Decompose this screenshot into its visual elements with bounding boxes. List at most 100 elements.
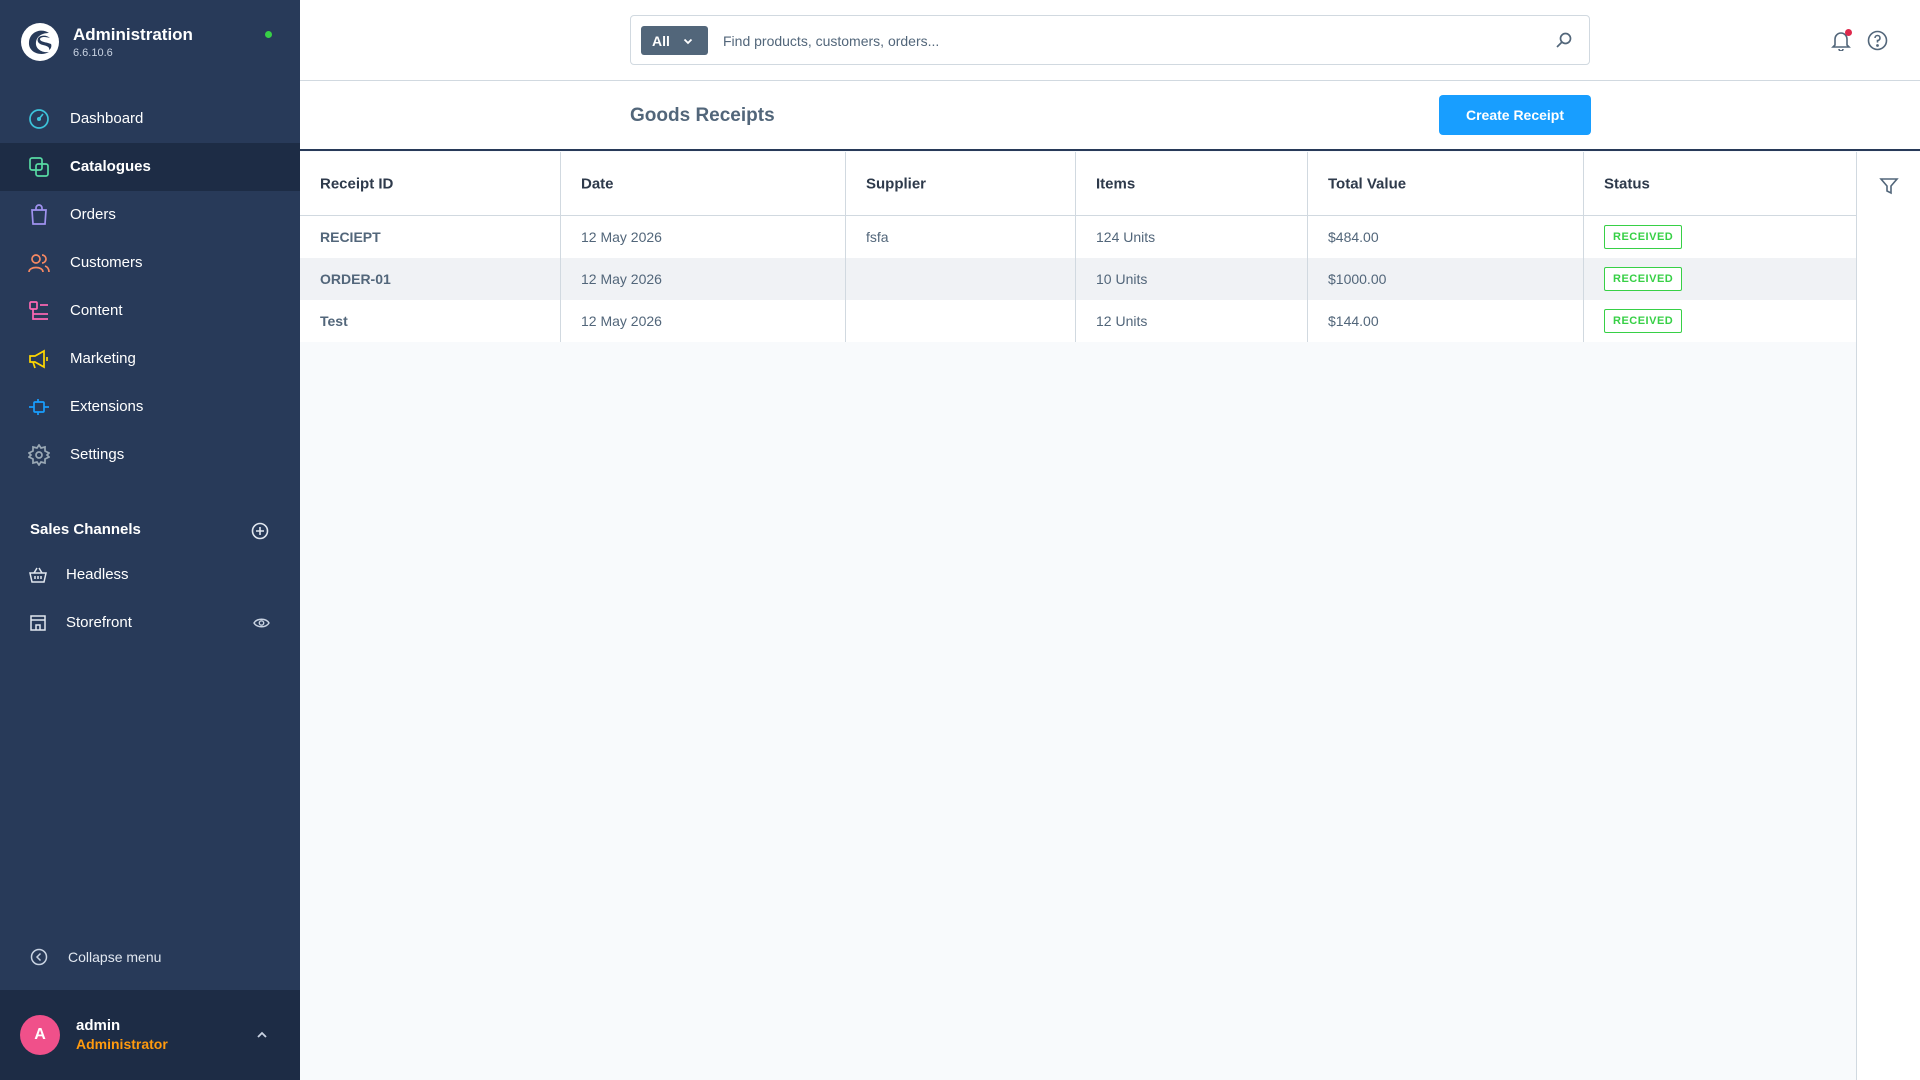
sales-channels-title: Sales Channels: [30, 521, 141, 538]
items-value: 12 Units: [1096, 313, 1148, 329]
table-row[interactable]: RECIEPT 12 May 2026 fsfa 124 Units $484.…: [300, 216, 1856, 258]
column-header-supplier[interactable]: Supplier: [846, 152, 1076, 215]
content-icon: [29, 301, 48, 320]
total-value: $144.00: [1328, 313, 1379, 329]
basket-icon: [29, 567, 47, 583]
table-row[interactable]: Test 12 May 2026 12 Units $144.00 RECEIV…: [300, 300, 1856, 342]
page-title: Goods Receipts: [630, 105, 775, 126]
cell-status: RECEIVED: [1584, 216, 1856, 258]
cell-receipt-id: Test: [300, 300, 561, 342]
sidebar-item-content[interactable]: Content: [0, 287, 300, 335]
sidebar-item-label: Marketing: [70, 350, 136, 367]
cell-total-value: $1000.00: [1308, 258, 1584, 300]
sidebar-item-label: Extensions: [70, 398, 144, 415]
app-title: Administration: [73, 25, 193, 44]
help-icon[interactable]: [1867, 30, 1888, 51]
sales-channel-label: Headless: [66, 566, 129, 583]
cell-date: 12 May 2026: [561, 216, 846, 258]
chevron-up-icon[interactable]: [255, 1028, 269, 1042]
cell-status: RECEIVED: [1584, 258, 1856, 300]
sidebar-item-orders[interactable]: Orders: [0, 191, 300, 239]
status-badge: RECEIVED: [1604, 309, 1683, 333]
column-header-receipt-id[interactable]: Receipt ID: [300, 152, 561, 215]
receipt-link[interactable]: RECIEPT: [320, 229, 381, 245]
cell-supplier: [846, 258, 1076, 300]
cell-items: 124 Units: [1076, 216, 1308, 258]
sidebar-item-settings[interactable]: Settings: [0, 431, 300, 479]
column-label: Receipt ID: [320, 175, 394, 192]
search-icon[interactable]: [1555, 31, 1573, 49]
column-label: Date: [581, 175, 614, 192]
page-header: Goods Receipts Create Receipt: [300, 81, 1920, 151]
cell-receipt-id: ORDER-01: [300, 258, 561, 300]
sidebar-item-label: Catalogues: [70, 158, 151, 175]
sidebar-item-catalogues[interactable]: Catalogues: [0, 143, 300, 191]
column-header-status[interactable]: Status: [1584, 152, 1856, 215]
filter-icon[interactable]: [1879, 176, 1899, 196]
table-header: Receipt ID Date Supplier Items Total Val…: [300, 152, 1856, 216]
settings-icon: [28, 444, 50, 466]
sidebar: Administration 6.6.10.6 Dashboard Catalo…: [0, 0, 300, 1080]
search-input[interactable]: [723, 28, 1523, 54]
cell-items: 10 Units: [1076, 258, 1308, 300]
cell-receipt-id: RECIEPT: [300, 216, 561, 258]
sidebar-item-customers[interactable]: Customers: [0, 239, 300, 287]
sidebar-item-extensions[interactable]: Extensions: [0, 383, 300, 431]
eye-icon[interactable]: [253, 616, 270, 630]
brand-header: Administration 6.6.10.6: [0, 0, 300, 84]
sidebar-item-dashboard[interactable]: Dashboard: [0, 95, 300, 143]
create-receipt-button[interactable]: Create Receipt: [1439, 95, 1591, 135]
top-bar: All: [300, 0, 1920, 81]
catalogue-icon: [29, 157, 49, 177]
cell-status: RECEIVED: [1584, 300, 1856, 342]
user-menu[interactable]: A admin Administrator: [0, 990, 300, 1080]
column-label: Items: [1096, 175, 1136, 192]
customers-icon: [28, 254, 50, 273]
receipt-link[interactable]: ORDER-01: [320, 271, 391, 287]
receipt-link[interactable]: Test: [320, 313, 348, 329]
marketing-icon: [29, 349, 48, 369]
column-header-date[interactable]: Date: [561, 152, 846, 215]
sidebar-actions: [1856, 152, 1920, 1080]
date-value: 12 May 2026: [581, 271, 662, 287]
sidebar-item-marketing[interactable]: Marketing: [0, 335, 300, 383]
cell-total-value: $484.00: [1308, 216, 1584, 258]
global-search: All: [630, 15, 1590, 65]
chevron-down-icon: [683, 38, 693, 45]
storefront-icon: [30, 615, 46, 631]
status-badge: RECEIVED: [1604, 225, 1683, 249]
sidebar-item-label: Orders: [70, 206, 116, 223]
table-row[interactable]: ORDER-01 12 May 2026 10 Units $1000.00 R…: [300, 258, 1856, 300]
chevron-left-circle-icon: [30, 948, 48, 966]
extensions-icon: [29, 399, 49, 415]
date-value: 12 May 2026: [581, 229, 662, 245]
shopware-logo-icon[interactable]: [20, 22, 60, 62]
total-value: $484.00: [1328, 229, 1379, 245]
sales-channel-label: Storefront: [66, 614, 132, 631]
search-type-select[interactable]: All: [641, 26, 708, 55]
sidebar-item-label: Dashboard: [70, 110, 144, 127]
sales-channel-storefront[interactable]: Storefront: [0, 599, 300, 647]
sidebar-item-label: Settings: [70, 446, 125, 463]
sales-channel-headless[interactable]: Headless: [0, 551, 300, 599]
receipts-table: Receipt ID Date Supplier Items Total Val…: [300, 152, 1856, 342]
add-sales-channel-icon[interactable]: [251, 522, 269, 540]
total-value: $1000.00: [1328, 271, 1387, 287]
column-header-items[interactable]: Items: [1076, 152, 1308, 215]
collapse-menu-button[interactable]: Collapse menu: [0, 939, 300, 975]
cell-supplier: [846, 300, 1076, 342]
items-value: 124 Units: [1096, 229, 1156, 245]
search-type-label: All: [652, 33, 670, 49]
user-role: Administrator: [76, 1036, 168, 1052]
status-badge: RECEIVED: [1604, 267, 1683, 291]
dashboard-icon: [29, 109, 49, 129]
sidebar-item-label: Customers: [70, 254, 143, 271]
items-value: 10 Units: [1096, 271, 1148, 287]
collapse-menu-label: Collapse menu: [68, 949, 162, 965]
column-header-total-value[interactable]: Total Value: [1308, 152, 1584, 215]
status-dot: [265, 31, 272, 38]
sidebar-item-label: Content: [70, 302, 123, 319]
supplier-value: fsfa: [866, 229, 889, 245]
cell-date: 12 May 2026: [561, 300, 846, 342]
date-value: 12 May 2026: [581, 313, 662, 329]
